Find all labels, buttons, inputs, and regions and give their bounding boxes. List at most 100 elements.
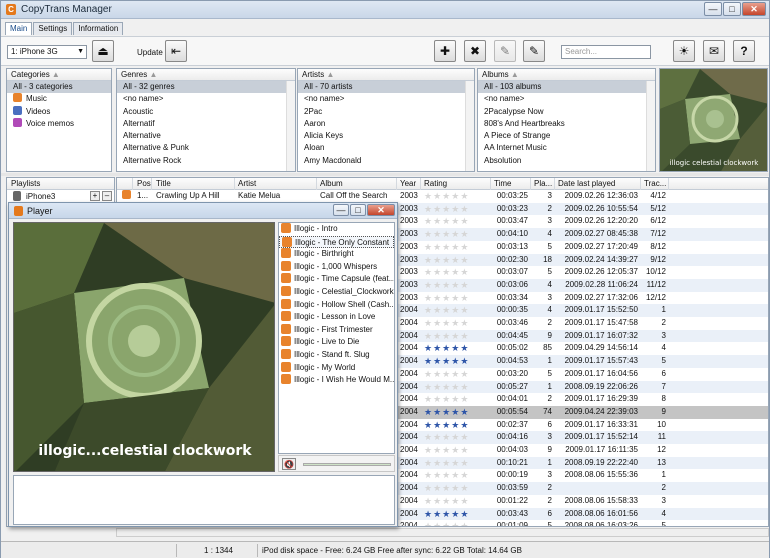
column-header-pos[interactable]: Pos	[134, 178, 152, 190]
edit-disabled-button[interactable]: ✎	[494, 40, 516, 62]
column-header-artist[interactable]: Artist	[235, 178, 317, 190]
albums-header[interactable]: Albums ▲	[478, 69, 655, 81]
minimize-button[interactable]: —	[704, 2, 722, 16]
player-track-item[interactable]: Illogic - Stand ft. Slug	[279, 348, 394, 362]
player-track-item[interactable]: Illogic - First Trimester	[279, 323, 394, 337]
rating-stars[interactable]: ★★★★★	[424, 355, 491, 368]
column-header-track[interactable]: Trac...	[641, 178, 669, 190]
albums-scrollbar[interactable]	[646, 81, 655, 171]
artists-scrollbar[interactable]	[465, 81, 474, 171]
categories-header[interactable]: Categories ▲	[7, 69, 111, 81]
add-playlist-icon[interactable]: +	[90, 191, 100, 201]
player-track-item[interactable]: Illogic - I Wish He Would M...	[279, 374, 394, 387]
column-header-plays[interactable]: Pla...	[531, 178, 555, 190]
genre-item[interactable]: <no name>	[117, 93, 295, 105]
rating-stars[interactable]: ★★★★★	[424, 266, 491, 279]
rating-stars[interactable]: ★★★★★	[424, 469, 491, 482]
delete-track-button[interactable]: ✖	[464, 40, 486, 62]
player-track-item[interactable]: Illogic - Celestial_Clockwork	[279, 285, 394, 299]
album-item[interactable]: Absolution	[478, 155, 655, 167]
column-header-time[interactable]: Time	[491, 178, 531, 190]
add-track-button[interactable]: ✚	[434, 40, 456, 62]
rating-stars[interactable]: ★★★★★	[424, 482, 491, 495]
genre-item[interactable]: Alternative	[117, 130, 295, 142]
player-track-item[interactable]: Illogic - Birthright	[279, 248, 394, 261]
category-item-music[interactable]: Music	[7, 93, 111, 105]
artist-item[interactable]: 2Pac	[298, 106, 474, 118]
device-select[interactable]: 1: iPhone 3G ▼	[7, 45, 87, 59]
player-maximize-button[interactable]: □	[350, 204, 366, 216]
category-item-videos[interactable]: Videos	[7, 105, 111, 118]
rating-stars[interactable]: ★★★★★	[424, 292, 491, 305]
artists-header[interactable]: Artists ▲	[298, 69, 474, 81]
genre-item[interactable]: Alternative Rock	[117, 155, 295, 167]
player-track-item[interactable]: Illogic - Time Capsule (feat....	[279, 273, 394, 286]
album-item[interactable]: 808's And Heartbreaks	[478, 118, 655, 130]
tab-information[interactable]: Information	[73, 22, 124, 35]
search-input[interactable]: Search...	[561, 45, 651, 59]
rating-stars[interactable]: ★★★★★	[424, 190, 491, 203]
rating-stars[interactable]: ★★★★★	[424, 228, 491, 241]
player-close-button[interactable]: ✕	[367, 204, 395, 216]
genres-scrollbar[interactable]	[286, 81, 295, 171]
album-item[interactable]: A Piece of Strange	[478, 130, 655, 142]
horizontal-scrollbar[interactable]	[116, 528, 769, 537]
tab-settings[interactable]: Settings	[33, 22, 73, 35]
eject-button[interactable]: ⏏	[92, 40, 114, 62]
rating-stars[interactable]: ★★★★★	[424, 215, 491, 228]
volume-slider[interactable]	[303, 463, 391, 466]
column-header-rating[interactable]: Rating	[421, 178, 491, 190]
edit-tags-button[interactable]: ✎	[523, 40, 545, 62]
table-row[interactable]: 1... Crawling Up A Hill Katie Melua Call Of…	[117, 190, 768, 203]
tab-main[interactable]: Main	[5, 22, 33, 35]
genre-item[interactable]: Acoustic	[117, 106, 295, 118]
rating-stars[interactable]: ★★★★★	[424, 406, 491, 419]
artist-item[interactable]: All - 70 artists	[298, 81, 474, 94]
rating-stars[interactable]: ★★★★★	[424, 279, 491, 292]
player-track-item[interactable]: Illogic - The Only Constant	[279, 235, 394, 249]
artist-item[interactable]: Aloan	[298, 142, 474, 154]
rating-stars[interactable]: ★★★★★	[424, 495, 491, 508]
category-item[interactable]: All - 3 categories	[7, 81, 111, 94]
rating-stars[interactable]: ★★★★★	[424, 431, 491, 444]
genre-item[interactable]: Alternative & Punk	[117, 142, 295, 154]
player-track-item[interactable]: Illogic - Lesson in Love	[279, 311, 394, 324]
close-button[interactable]: ✕	[742, 2, 766, 16]
remove-playlist-icon[interactable]: –	[102, 191, 112, 201]
column-header-album[interactable]: Album	[317, 178, 397, 190]
artist-item[interactable]: <no name>	[298, 93, 474, 105]
player-track-item[interactable]: Illogic - Hollow Shell (Cash...	[279, 298, 394, 312]
player-track-item[interactable]: Illogic - My World	[279, 361, 394, 375]
album-item[interactable]: <no name>	[478, 93, 655, 105]
update-button[interactable]: ⇤	[165, 40, 187, 62]
player-track-item[interactable]: Illogic - Intro	[279, 223, 394, 236]
rating-stars[interactable]: ★★★★★	[424, 203, 491, 216]
rating-stars[interactable]: ★★★★★	[424, 520, 491, 526]
pane-splitter[interactable]	[1, 173, 769, 176]
artist-item[interactable]: Amy Macdonald	[298, 155, 474, 167]
column-header-date[interactable]: Date last played	[555, 178, 641, 190]
column-header-title[interactable]: Title	[153, 178, 235, 190]
album-item[interactable]: 2Pacalypse Now	[478, 106, 655, 118]
rating-stars[interactable]: ★★★★★	[424, 254, 491, 267]
mute-icon[interactable]: 🔇	[282, 458, 296, 470]
rating-stars[interactable]: ★★★★★	[424, 508, 491, 521]
album-item[interactable]: All - 103 albums	[478, 81, 655, 94]
player-minimize-button[interactable]: —	[333, 204, 349, 216]
rating-stars[interactable]: ★★★★★	[424, 381, 491, 394]
rating-stars[interactable]: ★★★★★	[424, 444, 491, 457]
genre-item[interactable]: All - 32 genres	[117, 81, 295, 94]
artist-item[interactable]: Alicia Keys	[298, 130, 474, 142]
player-track-item[interactable]: Illogic - Live to Die	[279, 336, 394, 349]
artist-item[interactable]: Aaron	[298, 118, 474, 130]
rating-stars[interactable]: ★★★★★	[424, 342, 491, 355]
genre-item[interactable]: Alternatif	[117, 118, 295, 130]
genres-header[interactable]: Genres ▲	[117, 69, 295, 81]
rating-stars[interactable]: ★★★★★	[424, 419, 491, 432]
rating-stars[interactable]: ★★★★★	[424, 304, 491, 317]
contact-button[interactable]: ✉	[703, 40, 725, 62]
album-item[interactable]: AA Internet Music	[478, 142, 655, 154]
rating-stars[interactable]: ★★★★★	[424, 393, 491, 406]
column-header-sort[interactable]	[119, 178, 133, 190]
tips-button[interactable]: ☀	[673, 40, 695, 62]
